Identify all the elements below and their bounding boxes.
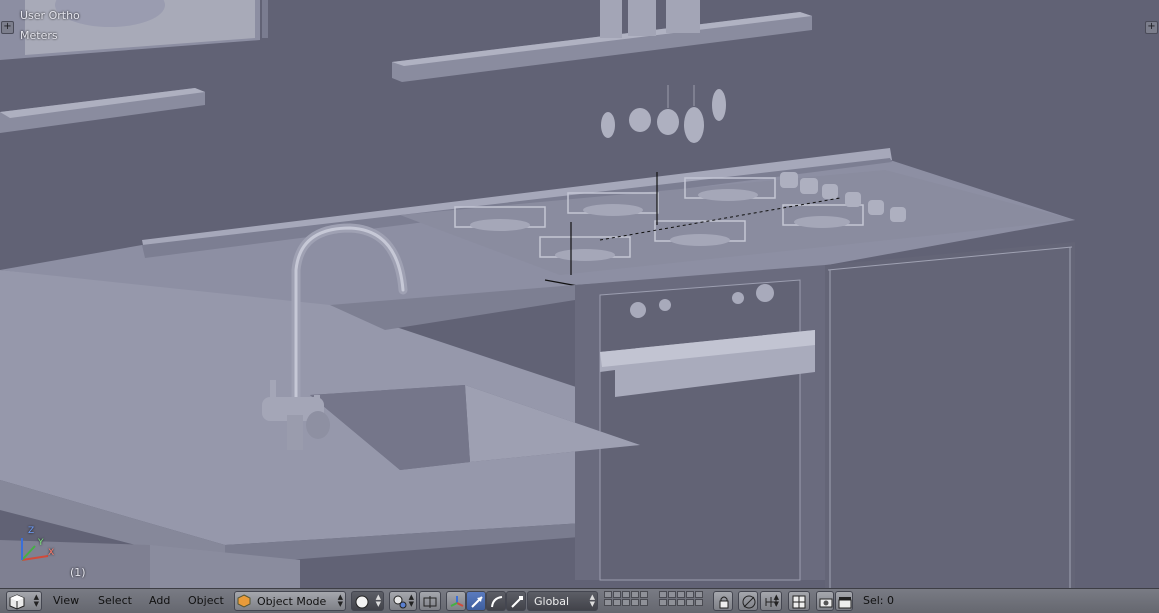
layers-group-1[interactable] xyxy=(604,591,648,606)
axis-y-label: Y xyxy=(38,538,44,548)
pivot-icon xyxy=(393,595,407,609)
rotate-arc-icon xyxy=(491,596,503,608)
editor-type-button[interactable]: ▲ ▼ xyxy=(6,591,42,611)
pivot-point-dropdown[interactable]: ▲ ▼ xyxy=(389,591,417,611)
mode-dropdown[interactable]: Object Mode ▲ ▼ xyxy=(234,591,346,611)
scale-icon xyxy=(511,596,523,608)
lock-icon xyxy=(719,596,729,609)
snap-target-button[interactable] xyxy=(788,591,810,611)
menu-object[interactable]: Object xyxy=(185,591,227,611)
render-animation-button[interactable] xyxy=(835,591,853,611)
manipulator-toggle[interactable] xyxy=(446,591,466,611)
kitchen-scene xyxy=(0,0,1159,588)
rotate-manipulator-button[interactable] xyxy=(486,591,506,611)
menu-add[interactable]: Add xyxy=(146,591,173,611)
proportional-icon xyxy=(742,595,756,609)
menu-select[interactable]: Select xyxy=(95,591,135,611)
layers-group-2[interactable] xyxy=(659,591,703,606)
view-name-label: User Ortho xyxy=(20,9,80,22)
mode-label: Object Mode xyxy=(257,595,327,608)
translate-arrow-icon xyxy=(471,596,483,608)
orientation-label: Global xyxy=(534,595,570,608)
viewport-shading-dropdown[interactable]: ▲ ▼ xyxy=(351,591,384,611)
pivot-center-toggle[interactable] xyxy=(419,591,441,611)
selection-status: Sel: 0 xyxy=(863,594,895,607)
menu-view[interactable]: View xyxy=(50,591,82,611)
transform-orientation-dropdown[interactable]: Global ▲ ▼ xyxy=(527,591,598,611)
snap-element-dropdown[interactable]: ▲ ▼ xyxy=(760,591,782,611)
cube-icon xyxy=(9,594,25,610)
scale-manipulator-button[interactable] xyxy=(506,591,526,611)
manipulate-centers-icon xyxy=(423,596,437,608)
3d-viewport[interactable]: User Ortho Meters (1) Z Y X + + xyxy=(0,0,1159,588)
solid-sphere-icon xyxy=(355,595,369,609)
snap-target-icon xyxy=(792,595,806,609)
translate-manipulator-button[interactable] xyxy=(466,591,486,611)
object-mode-cube-icon xyxy=(237,594,251,608)
manipulator-icon xyxy=(450,596,464,607)
axis-x-label: X xyxy=(48,548,55,558)
clapper-icon xyxy=(838,597,852,609)
units-label: Meters xyxy=(20,29,58,42)
frame-number-label: (1) xyxy=(70,566,86,579)
lock-camera-button[interactable] xyxy=(713,591,733,611)
viewport-split-handle-left[interactable]: + xyxy=(1,21,14,34)
viewport-split-handle-right[interactable]: + xyxy=(1145,21,1158,34)
camera-icon xyxy=(819,598,833,608)
render-still-button[interactable] xyxy=(816,591,834,611)
proportional-editing-button[interactable] xyxy=(738,591,758,611)
axis-z-label: Z xyxy=(28,526,35,536)
3d-view-header: ▲ ▼ View Select Add Object Object Mode ▲ ▼… xyxy=(0,588,1159,613)
